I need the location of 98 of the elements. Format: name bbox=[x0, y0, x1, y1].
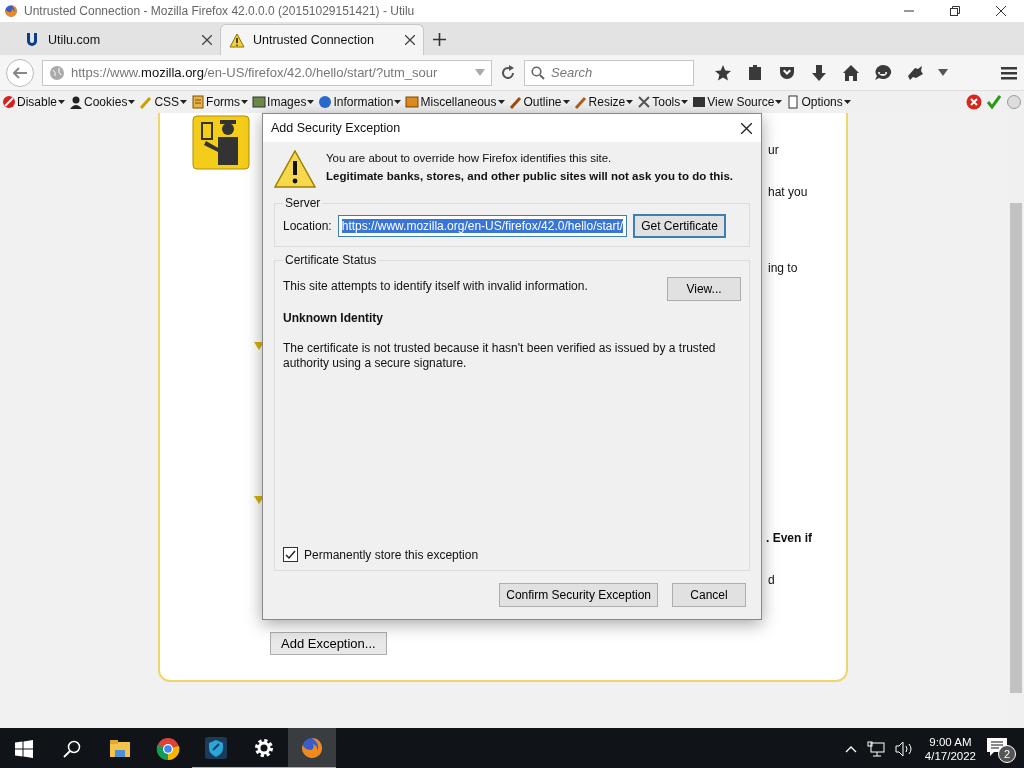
warning-icon bbox=[274, 150, 316, 188]
notification-button[interactable]: 2 bbox=[986, 734, 1016, 763]
page-text: ur bbox=[768, 143, 779, 157]
expand-triangle-icon[interactable] bbox=[254, 495, 264, 505]
restore-icon[interactable] bbox=[950, 6, 960, 16]
window-title: Untrusted Connection - Mozilla Firefox 42.0.0.0 (20151029151421) - Utilu bbox=[24, 4, 416, 18]
dialog-title: Add Security Exception bbox=[271, 121, 402, 135]
caret-icon bbox=[775, 99, 783, 105]
page-text: . Even if bbox=[766, 531, 812, 545]
location-field[interactable]: https://www.mozilla.org/en-US/firefox/42.0/hello/start/ bbox=[337, 215, 628, 237]
info-icon bbox=[318, 95, 333, 109]
pencil-icon bbox=[139, 95, 154, 109]
group-label: Certificate Status bbox=[284, 253, 378, 267]
close-icon[interactable] bbox=[996, 6, 1006, 16]
person-icon bbox=[69, 95, 84, 109]
toolbar-menu[interactable]: Forms bbox=[191, 95, 249, 109]
start-icon[interactable] bbox=[15, 739, 33, 758]
add-exception-button[interactable]: Add Exception... bbox=[270, 632, 387, 655]
status-text: This site attempts to identify itself with invalid information. bbox=[283, 279, 588, 293]
toolbar-menu[interactable]: Cookies bbox=[69, 95, 136, 109]
pencil-icon bbox=[508, 95, 523, 109]
image-icon bbox=[252, 95, 267, 109]
warning-text: Legitimate banks, stores, and other public sites will not ask you to do this. bbox=[326, 170, 734, 182]
bookmark-star-icon[interactable] bbox=[714, 63, 732, 82]
toolbar-menu[interactable]: Information bbox=[318, 95, 402, 109]
toolbar-menu[interactable]: Disable bbox=[2, 95, 66, 109]
clipboard-icon bbox=[191, 95, 206, 109]
close-icon[interactable] bbox=[740, 122, 752, 134]
firefox-icon bbox=[4, 4, 18, 18]
view-button[interactable]: View... bbox=[667, 277, 741, 301]
page-text: ing to bbox=[768, 261, 798, 275]
group-label: Server bbox=[284, 196, 322, 210]
caret-icon bbox=[128, 99, 136, 105]
search-icon bbox=[531, 65, 545, 80]
close-tab-icon[interactable] bbox=[202, 34, 212, 45]
address-bar[interactable]: https://www.mozilla.org/en-US/firefox/42.0/hello/start/?utm_sour bbox=[42, 59, 492, 86]
toolbar-menu[interactable]: Options bbox=[786, 95, 851, 109]
search-icon[interactable] bbox=[63, 739, 81, 758]
caret-icon bbox=[241, 99, 249, 105]
chevron-up-icon[interactable] bbox=[844, 744, 857, 753]
caret-icon bbox=[626, 99, 634, 105]
checkmark-icon bbox=[285, 549, 296, 560]
toolbar-menu[interactable]: Outline bbox=[508, 95, 570, 109]
checkbox-label[interactable]: Permanently store this exception bbox=[304, 547, 479, 562]
browser-tab[interactable]: Utilu.com bbox=[16, 24, 220, 55]
search-field[interactable]: Search bbox=[524, 59, 694, 86]
toolbar-menu[interactable]: View Source bbox=[692, 95, 783, 109]
speaker-icon[interactable] bbox=[894, 740, 915, 757]
caret-icon bbox=[497, 99, 505, 105]
page-text: hat you bbox=[768, 185, 808, 199]
toolbar-menu[interactable]: Tools bbox=[637, 95, 689, 109]
caret-icon bbox=[307, 99, 315, 105]
warning-icon bbox=[229, 32, 245, 48]
reload-icon[interactable] bbox=[500, 64, 516, 81]
page-text: d bbox=[768, 573, 775, 587]
caret-icon bbox=[180, 99, 188, 105]
wrench-icon bbox=[637, 95, 652, 109]
error-icon[interactable] bbox=[966, 94, 982, 110]
status-description: The certificate is not trusted because it hasn't been verified as issued by a trusted authority using a secure signature. bbox=[283, 341, 717, 371]
checkmark-icon[interactable] bbox=[986, 94, 1002, 110]
cancel-button[interactable]: Cancel bbox=[672, 583, 746, 607]
toolbar-menu[interactable]: Miscellaneous bbox=[405, 95, 505, 109]
status-heading: Unknown Identity bbox=[283, 311, 384, 325]
caret-icon bbox=[394, 99, 402, 105]
globe-icon bbox=[49, 64, 65, 81]
close-tab-icon[interactable] bbox=[405, 35, 415, 45]
back-arrow-icon bbox=[13, 66, 27, 79]
toolbar-menu[interactable]: Images bbox=[252, 95, 315, 109]
caret-icon bbox=[562, 99, 570, 105]
shield-icon bbox=[204, 735, 228, 760]
checkbox[interactable] bbox=[283, 547, 298, 562]
officer-icon bbox=[192, 115, 250, 170]
get-certificate-button[interactable]: Get Certificate bbox=[633, 214, 726, 238]
confirm-button[interactable]: Confirm Security Exception bbox=[499, 583, 658, 607]
firefox-icon bbox=[300, 735, 324, 760]
warning-text: You are about to override how Firefox identifies this site. bbox=[326, 152, 613, 164]
toolbar-menu[interactable]: Resize bbox=[573, 95, 634, 109]
back-button[interactable] bbox=[6, 58, 34, 87]
location-label: Location: bbox=[283, 219, 332, 233]
home-icon[interactable] bbox=[842, 63, 860, 82]
addon-icon[interactable] bbox=[906, 63, 924, 82]
caret-icon bbox=[843, 99, 851, 105]
clock[interactable]: 9:00 AM 4/17/2022 bbox=[924, 735, 976, 762]
download-icon[interactable] bbox=[810, 63, 828, 82]
chat-icon[interactable] bbox=[874, 63, 892, 82]
chrome-icon bbox=[156, 736, 180, 761]
expand-triangle-icon[interactable] bbox=[254, 341, 264, 351]
caret-icon bbox=[681, 99, 689, 105]
dropdown-icon[interactable] bbox=[938, 68, 948, 77]
toolbar-menu[interactable]: CSS bbox=[139, 95, 188, 109]
caret-icon bbox=[58, 99, 66, 105]
disable-icon bbox=[2, 95, 16, 109]
monitor-icon bbox=[692, 95, 707, 109]
clipboard-icon[interactable] bbox=[746, 63, 764, 82]
site-icon bbox=[24, 31, 40, 48]
panel-icon bbox=[786, 95, 801, 109]
network-icon[interactable] bbox=[866, 740, 885, 757]
browser-tab[interactable]: Untrusted Connection bbox=[220, 24, 424, 55]
